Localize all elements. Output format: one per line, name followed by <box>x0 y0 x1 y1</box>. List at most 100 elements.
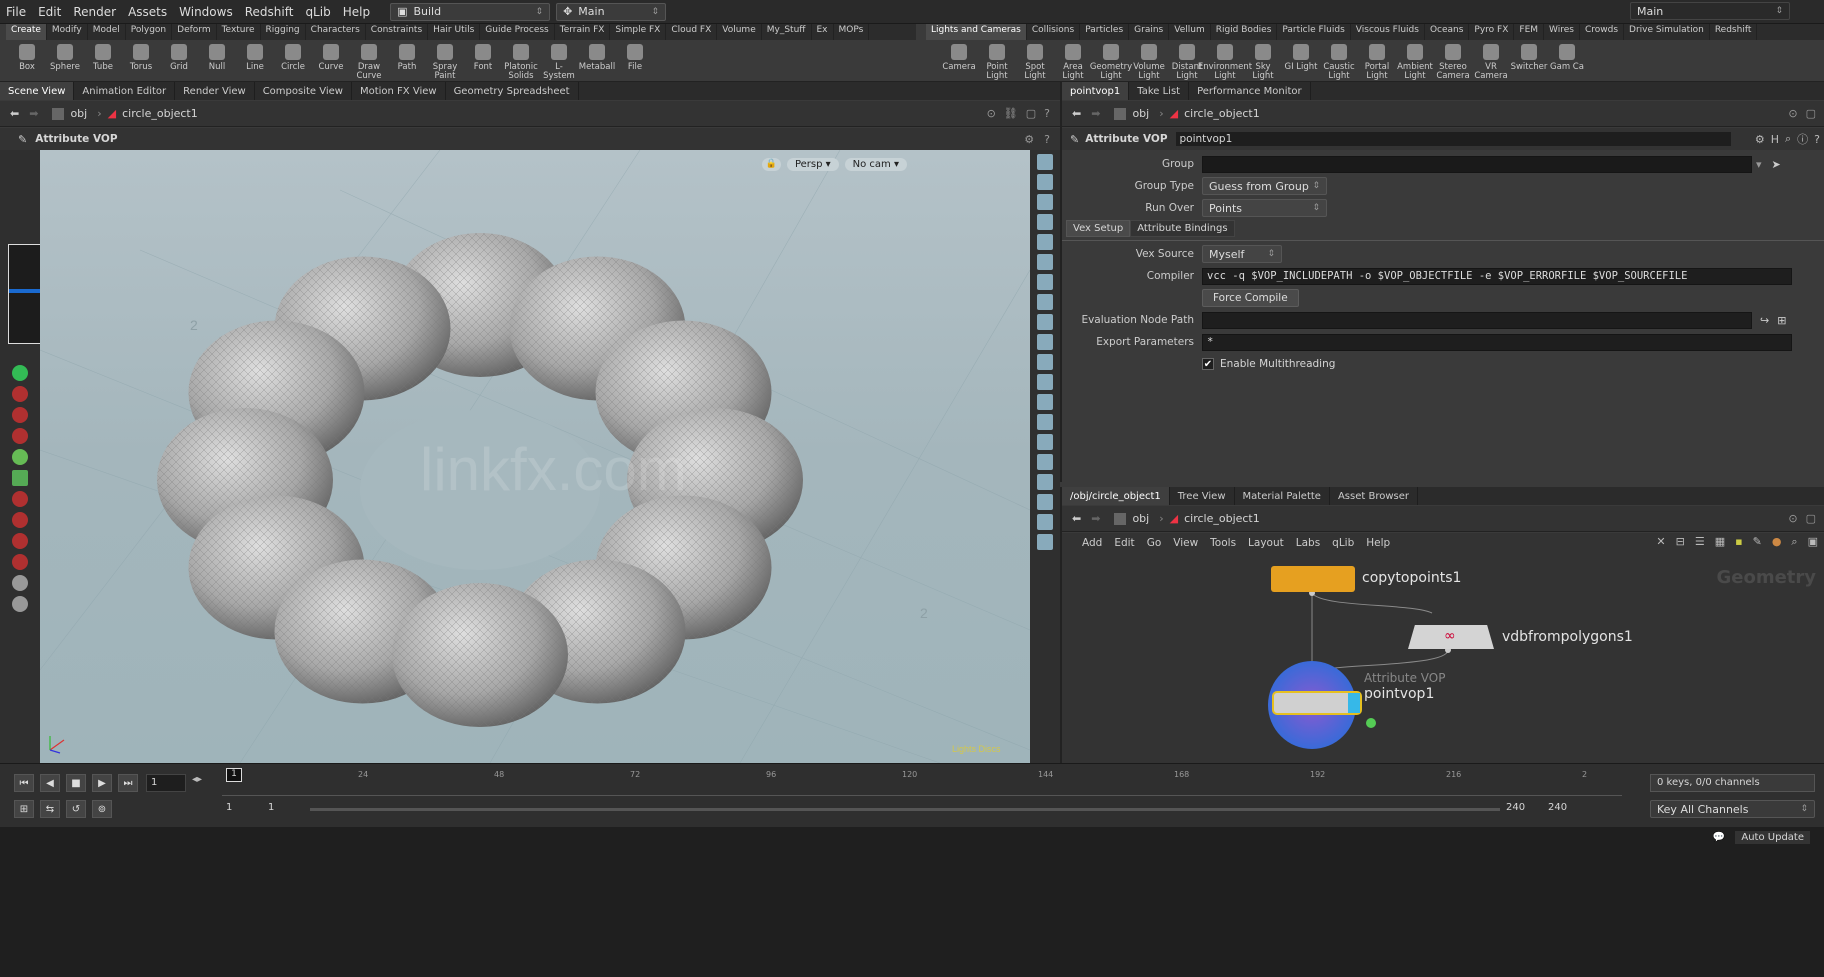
shelf-tool-stereo-camera[interactable]: Stereo Camera <box>1434 41 1472 81</box>
shelf-tool-caustic-light[interactable]: Caustic Light <box>1320 41 1358 81</box>
shelf-tool-file[interactable]: File <box>616 41 654 81</box>
loop-button[interactable]: ↺ <box>66 800 86 818</box>
screenshot-icon[interactable] <box>1037 534 1053 550</box>
scene-tab-2[interactable]: Render View <box>175 82 255 100</box>
start-frame-2[interactable]: 1 <box>268 802 274 813</box>
eval-path-field[interactable] <box>1202 311 1752 329</box>
range-slider[interactable] <box>310 808 1500 811</box>
path-root[interactable]: obj <box>1132 107 1149 120</box>
menu-render[interactable]: Render <box>67 5 122 19</box>
node-name-field[interactable]: pointvop1 <box>1175 132 1731 146</box>
light-icon[interactable] <box>1037 274 1053 290</box>
shelf-tool-area-light[interactable]: Area Light <box>1054 41 1092 81</box>
network-tab-0[interactable]: /obj/circle_object1 <box>1062 487 1170 505</box>
move-icon[interactable] <box>12 407 28 423</box>
vector-icon[interactable] <box>1037 454 1053 470</box>
shelf-tool-ambient-light[interactable]: Ambient Light <box>1396 41 1434 81</box>
pin-icon[interactable]: ⊙ <box>987 107 996 120</box>
network-tab-1[interactable]: Tree View <box>1170 487 1235 505</box>
magnet-icon[interactable] <box>12 533 28 549</box>
shelf-tab-7[interactable]: Characters <box>306 24 366 40</box>
lock-icon[interactable] <box>1037 194 1053 210</box>
shelf-tab-10[interactable]: FEM <box>1514 24 1545 40</box>
window-icon[interactable]: ▢ <box>1806 107 1816 120</box>
menu-assets[interactable]: Assets <box>122 5 173 19</box>
multithread-checkbox[interactable]: ✔ <box>1202 358 1214 370</box>
network-tab-2[interactable]: Material Palette <box>1235 487 1330 505</box>
menu-file[interactable]: File <box>0 5 32 19</box>
shelf-tool-metaball[interactable]: Metaball <box>578 41 616 81</box>
search-icon[interactable]: ⌕ <box>1785 132 1791 146</box>
shelf-tab-0[interactable]: Create <box>6 24 47 40</box>
scene-tab-0[interactable]: Scene View <box>0 82 75 100</box>
flipbook-icon[interactable] <box>1037 514 1053 530</box>
dropdown-arrow-icon[interactable]: ▾ <box>1756 158 1762 171</box>
shelf-tool-circle[interactable]: Circle <box>274 41 312 81</box>
back-arrow-icon[interactable]: ⬅ <box>1072 512 1081 525</box>
back-arrow-icon[interactable]: ⬅ <box>1072 107 1081 120</box>
vdbfrompolygons-label[interactable]: vdbfrompolygons1 <box>1502 629 1633 645</box>
group-type-menu[interactable]: Guess from Group ⇕ <box>1202 177 1327 195</box>
key-channels-menu[interactable]: Key All Channels ⇕ <box>1650 800 1815 818</box>
shelf-tab-9[interactable]: Pyro FX <box>1469 24 1515 40</box>
start-frame[interactable]: 1 <box>226 802 232 813</box>
view-icon[interactable] <box>1037 494 1053 510</box>
selection-icon[interactable] <box>12 365 28 381</box>
shelf-tool-portal-light[interactable]: Portal Light <box>1358 41 1396 81</box>
play-button[interactable]: ▶ <box>92 774 112 792</box>
snap-icon[interactable] <box>12 575 28 591</box>
path-root[interactable]: obj <box>1132 512 1149 525</box>
help-icon[interactable]: ? <box>1044 133 1050 146</box>
shelf-tool-sphere[interactable]: Sphere <box>46 41 84 81</box>
menu-help[interactable]: Help <box>337 5 376 19</box>
jump-end-button[interactable]: ⏭ <box>118 774 138 792</box>
camera-icon[interactable] <box>1037 254 1053 270</box>
shelf-tab-3[interactable]: Polygon <box>126 24 173 40</box>
copytopoints-node[interactable] <box>1271 566 1355 592</box>
shelf-tool-sky-light[interactable]: Sky Light <box>1244 41 1282 81</box>
scene-tab-3[interactable]: Composite View <box>255 82 352 100</box>
pose-icon[interactable] <box>12 470 28 486</box>
shelf-tab-14[interactable]: Volume <box>717 24 762 40</box>
shelf-tab-1[interactable]: Collisions <box>1027 24 1081 40</box>
compiler-field[interactable]: vcc -q $VOP_INCLUDEPATH -o $VOP_OBJECTFI… <box>1202 267 1792 285</box>
param-tab-2[interactable]: Performance Monitor <box>1189 82 1311 100</box>
param-tab-0[interactable]: pointvop1 <box>1062 82 1130 100</box>
shelf-tab-13[interactable]: Drive Simulation <box>1624 24 1710 40</box>
geometry-icon[interactable] <box>1037 294 1053 310</box>
shelf-tab-0[interactable]: Lights and Cameras <box>926 24 1027 40</box>
3d-viewport[interactable]: linkfx.com 2 2 Lights Discs 🔒 Persp ▾ No… <box>40 150 1030 763</box>
realtime-button[interactable]: ⇆ <box>40 800 60 818</box>
select-arrow-icon[interactable]: ➤ <box>1772 158 1781 171</box>
menu-qlib[interactable]: qLib <box>299 5 336 19</box>
force-compile-button[interactable]: Force Compile <box>1202 289 1299 307</box>
shelf-tool-gam-ca[interactable]: Gam Ca <box>1548 41 1586 81</box>
copytopoints-label[interactable]: copytopoints1 <box>1362 570 1461 586</box>
help-h-icon[interactable]: H <box>1771 133 1779 146</box>
render-icon[interactable] <box>1037 334 1053 350</box>
display-flag[interactable] <box>1348 693 1360 713</box>
desktop-select[interactable]: ▣ Build ⇕ <box>390 2 551 21</box>
link-icon[interactable]: ⛓ <box>1004 107 1018 120</box>
display-options-icon[interactable] <box>1037 154 1053 170</box>
path-root[interactable]: obj <box>70 107 87 120</box>
shelf-tool-gi-light[interactable]: GI Light <box>1282 41 1320 81</box>
shelf-tab-6[interactable]: Rigging <box>261 24 306 40</box>
shelf-tool-tube[interactable]: Tube <box>84 41 122 81</box>
main-select[interactable]: ✥ Main ⇕ <box>556 2 667 21</box>
scale-icon[interactable] <box>12 449 28 465</box>
help-icon[interactable]: ? <box>1044 107 1050 120</box>
forward-arrow-icon[interactable]: ➡ <box>29 107 38 120</box>
shelf-tool-font[interactable]: Font <box>464 41 502 81</box>
shelf-tab-17[interactable]: MOPs <box>834 24 870 40</box>
scene-tab-4[interactable]: Motion FX View <box>352 82 446 100</box>
shelf-tool-environment-light[interactable]: Environment Light <box>1198 41 1252 81</box>
pin-icon[interactable]: ⊙ <box>1788 512 1797 525</box>
shelf-tab-1[interactable]: Modify <box>47 24 88 40</box>
end-frame[interactable]: 240 <box>1506 802 1525 813</box>
shelf-tool-spray-paint[interactable]: Spray Paint <box>426 41 464 81</box>
scene-tab-5[interactable]: Geometry Spreadsheet <box>446 82 579 100</box>
window-icon[interactable]: ▢ <box>1026 107 1036 120</box>
gear-icon[interactable]: ⚙ <box>1755 133 1765 146</box>
grid-icon[interactable] <box>1037 474 1053 490</box>
